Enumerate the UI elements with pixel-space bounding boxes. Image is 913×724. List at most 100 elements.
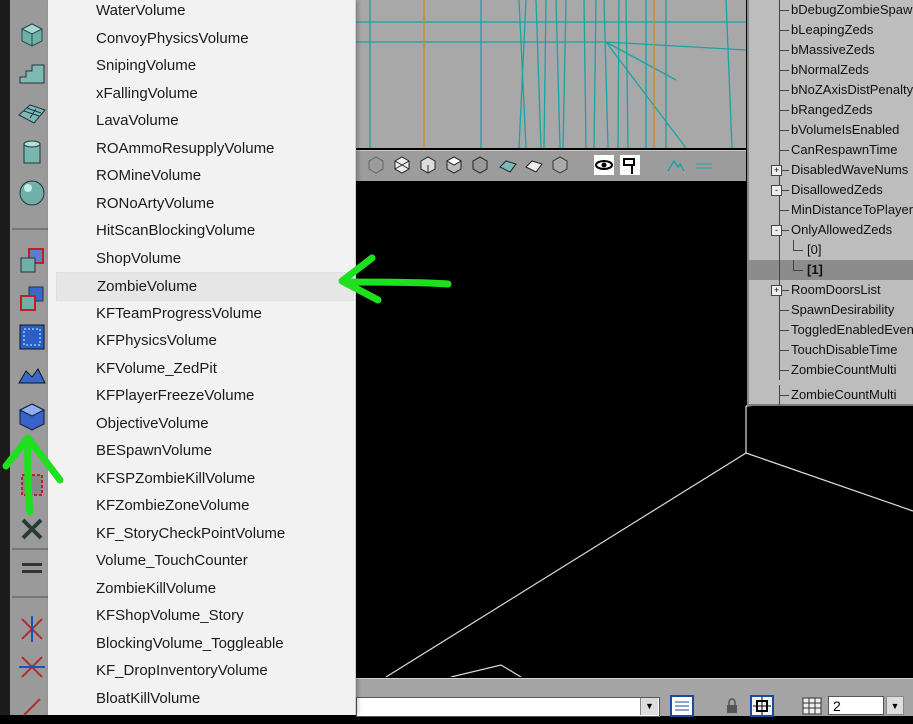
tree-line (779, 110, 789, 111)
menu-item-lavavolume[interactable]: LavaVolume (56, 107, 352, 134)
pivot-icon[interactable] (620, 155, 640, 175)
menu-item-rominevolume[interactable]: ROMineVolume (56, 162, 352, 189)
property-row[interactable]: ZombieCountMulti (749, 360, 913, 380)
deintersect-icon[interactable] (14, 282, 50, 316)
menu-item-objectivevolume[interactable]: ObjectiveVolume (56, 410, 352, 437)
grid-size-field[interactable]: 2 (828, 696, 884, 715)
expand-icon[interactable]: + (771, 285, 782, 296)
property-row[interactable]: MinDistanceToPlayer (749, 200, 913, 220)
mirror-z-icon[interactable] (14, 650, 50, 684)
menu-item-ronoartyvolume[interactable]: RONoArtyVolume (56, 190, 352, 217)
property-row[interactable]: bDebugZombieSpawning (749, 0, 913, 20)
mirror-y-icon[interactable] (14, 690, 50, 724)
menu-item-snipingvolume[interactable]: SnipingVolume (56, 52, 352, 79)
property-row[interactable]: bRangedZeds (749, 100, 913, 120)
property-row[interactable]: - OnlyAllowedZeds (749, 220, 913, 240)
command-field[interactable] (356, 697, 660, 717)
tree-line (793, 250, 803, 251)
cylinder-icon[interactable] (14, 136, 50, 170)
menu-item-kf-storycheckpointvolume[interactable]: KF_StoryCheckPointVolume (56, 520, 352, 547)
menu-item-kfvolume-zedpit[interactable]: KFVolume_ZedPit (56, 355, 352, 382)
wireframe-cube-icon[interactable] (366, 155, 386, 175)
log-window-icon[interactable] (670, 695, 694, 717)
volume-icon[interactable] (14, 400, 50, 434)
menu-item-bespawnvolume[interactable]: BESpawnVolume (56, 437, 352, 464)
expand-icon[interactable]: + (771, 165, 782, 176)
menu-item-blockingvolume-toggleable[interactable]: BlockingVolume_Toggleable (56, 630, 352, 657)
property-row[interactable]: - DisallowedZeds (749, 180, 913, 200)
property-row[interactable]: [1] (749, 260, 913, 280)
sphere-icon[interactable] (14, 176, 50, 210)
property-row[interactable]: bNormalZeds (749, 60, 913, 80)
menu-item-label: LavaVolume (96, 112, 179, 129)
command-dropdown-icon[interactable]: ▼ (640, 698, 658, 715)
property-row[interactable]: bLeapingZeds (749, 20, 913, 40)
property-row[interactable]: SpawnDesirability (749, 300, 913, 320)
menu-item-xfallingvolume[interactable]: xFallingVolume (56, 80, 352, 107)
menu-item-kf-dropinventoryvolume[interactable]: KF_DropInventoryVolume (56, 657, 352, 684)
lighting-view-icon[interactable] (524, 155, 544, 175)
menu-lines-icon[interactable] (694, 155, 714, 175)
left-toolbar (0, 0, 50, 716)
stairs-icon[interactable] (14, 58, 50, 92)
property-row[interactable]: bMassiveZeds (749, 40, 913, 60)
menu-item-label: KFPhysicsVolume (96, 332, 217, 349)
property-row[interactable]: bNoZAxisDistPenalty (749, 80, 913, 100)
cube-icon[interactable] (14, 18, 50, 52)
menu-item-hitscanblockingvolume[interactable]: HitScanBlockingVolume (56, 217, 352, 244)
menu-item-shopvolume[interactable]: ShopVolume (56, 245, 352, 272)
x-icon[interactable] (14, 512, 50, 546)
property-row[interactable]: [0] (749, 240, 913, 260)
menu-item-zombiekillvolume[interactable]: ZombieKillVolume (56, 575, 352, 602)
texture-cube-icon[interactable] (418, 155, 438, 175)
lock-icon[interactable] (720, 695, 744, 717)
menu-item-zombievolume[interactable]: ZombieVolume (56, 272, 354, 301)
mirror-x-icon[interactable] (14, 612, 50, 646)
property-label: bLeapingZeds (791, 22, 874, 37)
menu-item-kfphysicsvolume[interactable]: KFPhysicsVolume (56, 327, 352, 354)
property-label: ToggledEnabledEvent (791, 322, 913, 337)
property-row[interactable]: TouchDisableTime (749, 340, 913, 360)
terrain-icon[interactable] (14, 96, 50, 130)
snap-icon[interactable] (750, 695, 774, 717)
property-row[interactable]: ZombieCountMulti (749, 385, 913, 405)
top-viewport[interactable] (356, 0, 747, 149)
align-icon[interactable] (14, 552, 50, 586)
grid-icon[interactable] (800, 695, 824, 717)
property-row[interactable]: + DisabledWaveNums (749, 160, 913, 180)
menu-item-bloatkillvolume[interactable]: BloatKillVolume (56, 685, 352, 712)
toolbar-separator (12, 596, 48, 598)
property-row[interactable]: ToggledEnabledEvent (749, 320, 913, 340)
mover-icon[interactable] (14, 360, 50, 394)
property-label: bNormalZeds (791, 62, 870, 77)
eye-icon[interactable] (594, 155, 614, 175)
grid-size-dropdown-icon[interactable]: ▼ (886, 696, 904, 715)
menu-item-kfteamprogressvolume[interactable]: KFTeamProgressVolume (56, 300, 352, 327)
menu-item-kfplayerfreezevolume[interactable]: KFPlayerFreezeVolume (56, 382, 352, 409)
terrain-view-icon[interactable] (498, 155, 518, 175)
mountain-icon[interactable] (666, 155, 686, 175)
menu-item-kfspzombiekillvolume[interactable]: KFSPZombieKillVolume (56, 465, 352, 492)
intersect-icon[interactable] (14, 244, 50, 278)
collapse-icon[interactable]: - (771, 225, 782, 236)
toolbar-separator (12, 228, 48, 230)
menu-item-label: ConvoyPhysicsVolume (96, 29, 249, 47)
menu-item-volume-touchcounter[interactable]: Volume_TouchCounter (56, 547, 352, 574)
property-row[interactable]: bVolumeIsEnabled (749, 120, 913, 140)
add-brush-icon[interactable] (14, 320, 50, 354)
dynamic-cube-icon[interactable] (470, 155, 490, 175)
property-row[interactable]: + RoomDoorsList (749, 280, 913, 300)
menu-item-kfshopvolume-story[interactable]: KFShopVolume_Story (56, 602, 352, 629)
menu-item-kfzombiezonevolume[interactable]: KFZombieZoneVolume (56, 492, 352, 519)
collapse-icon[interactable]: - (771, 185, 782, 196)
zone-cube-icon[interactable] (392, 155, 412, 175)
depth-view-icon[interactable] (550, 155, 570, 175)
property-row[interactable]: CanRespawnTime (749, 140, 913, 160)
tree-line (779, 395, 789, 396)
tree-line (779, 150, 789, 151)
menu-item-watervolume[interactable]: WaterVolume (56, 0, 352, 24)
menu-item-convoyphysicsvolume[interactable]: ConvoyPhysicsVolume (56, 25, 352, 52)
subtract-icon[interactable] (14, 468, 50, 502)
menu-item-roammoresupplyvolume[interactable]: ROAmmoResupplyVolume (56, 135, 352, 162)
lit-cube-icon[interactable] (444, 155, 464, 175)
